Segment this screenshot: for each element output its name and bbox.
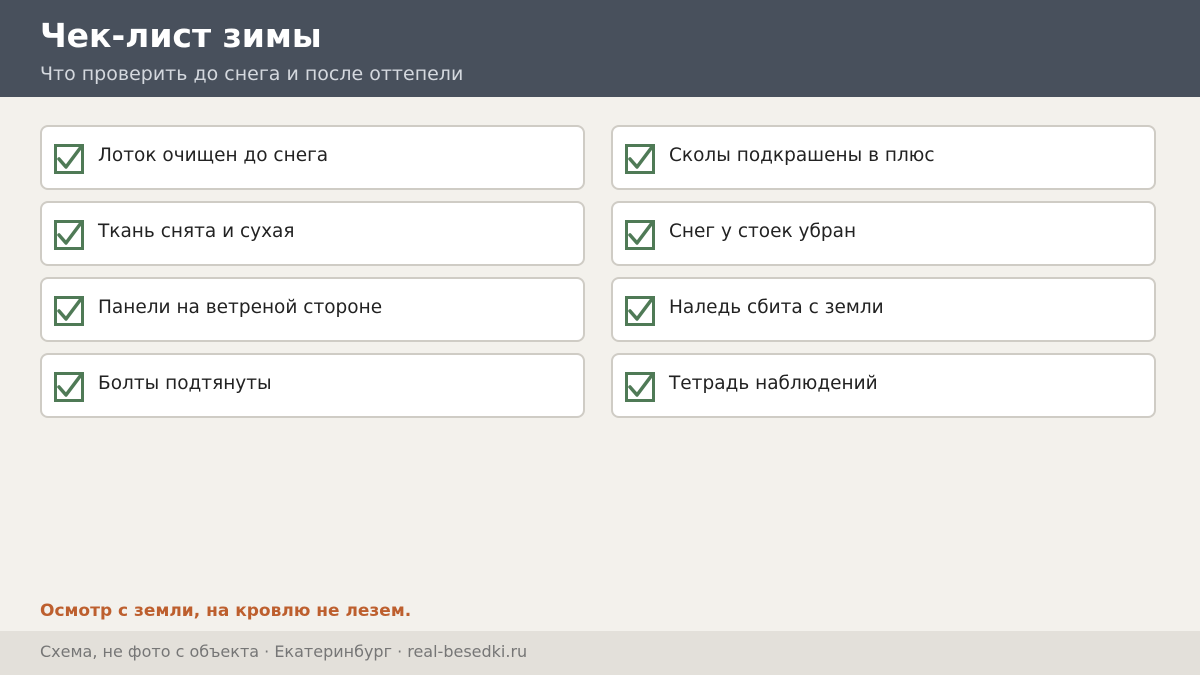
checklist-item[interactable]: Ткань снята и сухая: [40, 201, 585, 266]
checked-checkbox-icon[interactable]: [54, 220, 84, 250]
checklist-item-label: Болты подтянуты: [98, 373, 272, 394]
page-title: Чек-лист зимы: [40, 16, 322, 55]
checklist-item-label: Лоток очищен до снега: [98, 145, 329, 166]
checklist-item[interactable]: Снег у стоек убран: [611, 201, 1156, 266]
checked-checkbox-icon[interactable]: [54, 296, 84, 326]
checklist-item[interactable]: Лоток очищен до снега: [40, 125, 585, 190]
checked-checkbox-icon[interactable]: [625, 144, 655, 174]
checklist-item-label: Снег у стоек убран: [669, 221, 857, 242]
checked-checkbox-icon[interactable]: [625, 220, 655, 250]
checklist-item[interactable]: Сколы подкрашены в плюс: [611, 125, 1156, 190]
checklist-item-label: Ткань снята и сухая: [98, 221, 295, 242]
footer: Схема, не фото с объекта · Екатеринбург …: [0, 631, 1200, 675]
checked-checkbox-icon[interactable]: [625, 372, 655, 402]
safety-note: Осмотр с земли, на кровлю не лезем.: [40, 601, 412, 621]
checklist-item-label: Сколы подкрашены в плюс: [669, 145, 935, 166]
checked-checkbox-icon[interactable]: [54, 144, 84, 174]
page-subtitle: Что проверить до снега и после оттепели: [40, 63, 464, 85]
checklist-item-label: Панели на ветреной стороне: [98, 297, 383, 318]
checklist-item-label: Наледь сбита с земли: [669, 297, 884, 318]
footer-text: Схема, не фото с объекта · Екатеринбург …: [40, 642, 528, 661]
checklist: Лоток очищен до снега Сколы подкрашены в…: [40, 125, 1156, 418]
checklist-item[interactable]: Болты подтянуты: [40, 353, 585, 418]
checklist-item[interactable]: Панели на ветреной стороне: [40, 277, 585, 342]
checked-checkbox-icon[interactable]: [625, 296, 655, 326]
header: Чек-лист зимы Что проверить до снега и п…: [0, 0, 1200, 97]
checklist-item[interactable]: Наледь сбита с земли: [611, 277, 1156, 342]
checklist-item[interactable]: Тетрадь наблюдений: [611, 353, 1156, 418]
checklist-item-label: Тетрадь наблюдений: [669, 373, 878, 394]
checked-checkbox-icon[interactable]: [54, 372, 84, 402]
